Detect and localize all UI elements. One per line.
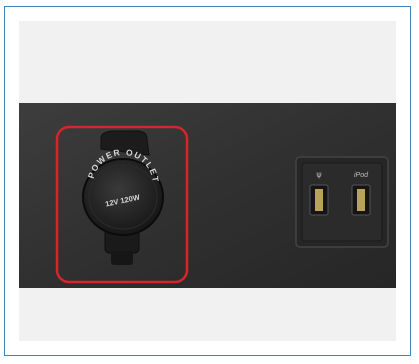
console-photo: POWER OUTLET 12V 120W ψ iPod xyxy=(19,103,396,288)
usb-port-2[interactable] xyxy=(351,184,371,216)
photo-canvas: POWER OUTLET 12V 120W ψ iPod xyxy=(19,103,396,288)
usb-port-1[interactable] xyxy=(309,184,329,216)
usb-port-1-label: ψ xyxy=(316,170,321,179)
figure-frame: POWER OUTLET 12V 120W ψ iPod xyxy=(4,6,411,356)
usb-port-panel: ψ iPod xyxy=(295,156,389,248)
figure-panel: POWER OUTLET 12V 120W ψ iPod xyxy=(19,21,396,341)
usb-port-2-label: iPod xyxy=(354,172,369,179)
